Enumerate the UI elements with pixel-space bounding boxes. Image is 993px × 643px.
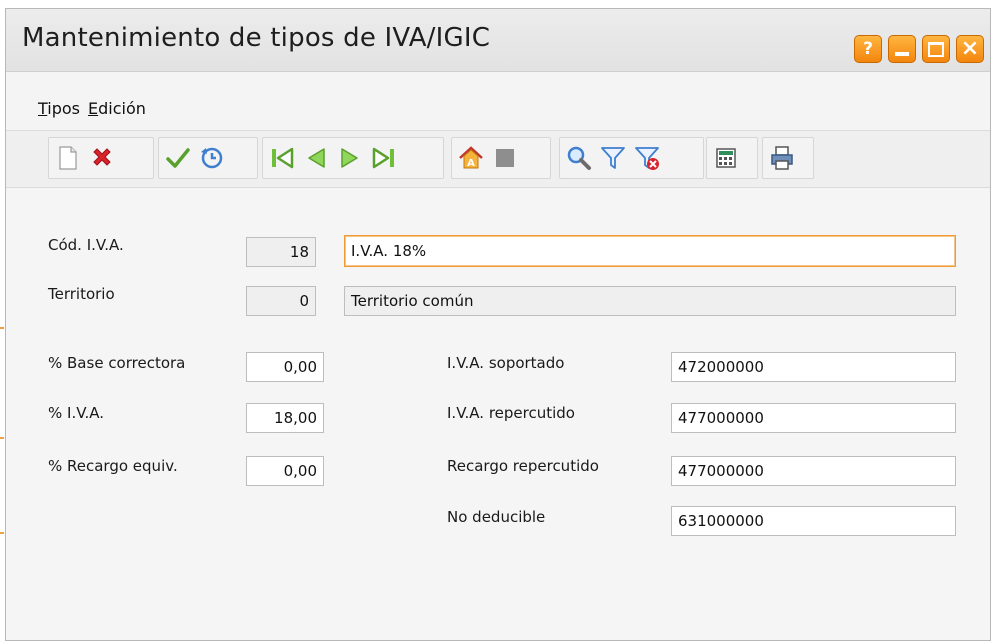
calculator-button[interactable] xyxy=(711,143,741,173)
menu-tipos[interactable]: Tipos xyxy=(38,99,80,118)
toolbar: A xyxy=(6,131,990,188)
toolbar-group-print xyxy=(762,137,814,179)
base-correctora-label: % Base correctora xyxy=(48,354,186,372)
remove-filter-icon xyxy=(635,147,659,170)
first-record-button[interactable] xyxy=(267,143,297,173)
next-record-icon xyxy=(341,148,358,168)
home-button[interactable]: A xyxy=(456,143,486,173)
iva-soportado-field[interactable]: 472000000 xyxy=(671,352,956,382)
help-icon: ? xyxy=(863,39,873,59)
filter-button[interactable] xyxy=(598,143,628,173)
menu-edicion[interactable]: Edición xyxy=(88,99,146,118)
new-button[interactable] xyxy=(53,143,83,173)
help-button[interactable]: ? xyxy=(854,35,882,63)
cod-iva-description-field[interactable]: I.V.A. 18% xyxy=(344,235,956,267)
last-record-button[interactable] xyxy=(369,143,399,173)
main-window: Mantenimiento de tipos de IVA/IGIC ? × T… xyxy=(5,8,991,641)
undo-button[interactable] xyxy=(197,143,227,173)
home-icon: A xyxy=(459,146,483,169)
toolbar-group-search xyxy=(559,137,704,179)
menu-bar: Tipos Edición xyxy=(6,72,990,131)
edge-mark xyxy=(0,327,4,329)
recargo-equiv-label: % Recargo equiv. xyxy=(48,457,178,475)
recargo-repercutido-label: Recargo repercutido xyxy=(447,457,599,475)
toolbar-group-edit xyxy=(48,137,154,179)
close-icon: × xyxy=(960,36,980,61)
no-deducible-field[interactable]: 631000000 xyxy=(671,506,956,536)
previous-record-icon xyxy=(308,148,325,168)
toolbar-group-home: A xyxy=(451,137,551,179)
edge-mark xyxy=(0,437,4,439)
next-record-button[interactable] xyxy=(335,143,365,173)
stop-button[interactable] xyxy=(490,143,520,173)
territorio-description-field[interactable]: Territorio común xyxy=(344,286,956,316)
iva-repercutido-label: I.V.A. repercutido xyxy=(447,404,575,422)
delete-icon xyxy=(93,148,111,166)
form-area: Cód. I.V.A. 18 I.V.A. 18% Territorio 0 T… xyxy=(6,188,990,640)
print-button[interactable] xyxy=(767,143,797,173)
maximize-button[interactable] xyxy=(922,35,950,63)
recargo-repercutido-field[interactable]: 477000000 xyxy=(671,456,956,486)
svg-text:A: A xyxy=(467,158,475,169)
no-deducible-label: No deducible xyxy=(447,508,546,526)
iva-soportado-label: I.V.A. soportado xyxy=(447,354,565,372)
confirm-button[interactable] xyxy=(163,143,193,173)
remove-filter-button[interactable] xyxy=(632,143,662,173)
previous-record-button[interactable] xyxy=(301,143,331,173)
print-icon xyxy=(771,146,793,170)
close-button[interactable]: × xyxy=(956,35,984,63)
cod-iva-code-field[interactable]: 18 xyxy=(246,237,316,267)
iva-repercutido-field[interactable]: 477000000 xyxy=(671,403,956,433)
toolbar-group-navigation xyxy=(262,137,444,179)
iva-percent-label: % I.V.A. xyxy=(48,404,105,422)
cod-iva-label: Cód. I.V.A. xyxy=(48,236,124,254)
window-title: Mantenimiento de tipos de IVA/IGIC xyxy=(22,23,491,53)
title-bar[interactable]: Mantenimiento de tipos de IVA/IGIC ? × xyxy=(6,9,990,72)
last-record-icon xyxy=(372,147,394,169)
search-icon xyxy=(567,146,591,170)
new-document-icon xyxy=(59,146,77,170)
delete-button[interactable] xyxy=(87,143,117,173)
confirm-check-icon xyxy=(166,148,190,168)
undo-icon xyxy=(201,147,223,169)
stop-icon xyxy=(496,149,514,167)
window-controls: ? × xyxy=(854,35,984,63)
iva-percent-field[interactable]: 18,00 xyxy=(246,403,324,433)
territorio-label: Territorio xyxy=(48,285,115,303)
maximize-icon xyxy=(928,41,944,57)
recargo-equiv-field[interactable]: 0,00 xyxy=(246,456,324,486)
first-record-icon xyxy=(272,147,294,169)
filter-icon xyxy=(601,147,625,169)
toolbar-group-confirm xyxy=(158,137,258,179)
territorio-code-field[interactable]: 0 xyxy=(246,286,316,316)
toolbar-group-calc xyxy=(706,137,758,179)
calculator-icon xyxy=(716,148,736,168)
minimize-icon xyxy=(895,51,909,56)
base-correctora-field[interactable]: 0,00 xyxy=(246,352,324,382)
search-button[interactable] xyxy=(564,143,594,173)
minimize-button[interactable] xyxy=(888,35,916,63)
edge-mark xyxy=(0,532,4,534)
